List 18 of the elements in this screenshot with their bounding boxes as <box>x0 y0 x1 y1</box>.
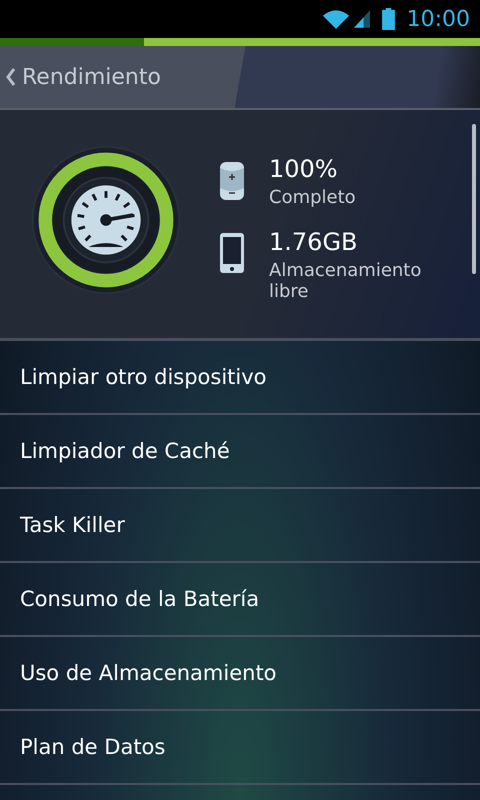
wifi-icon <box>322 8 350 30</box>
menu-item[interactable]: Limpiar otro dispositivo <box>0 341 480 415</box>
stat-value: 100% <box>269 154 339 182</box>
screen-title: Rendimiento <box>22 64 161 90</box>
menu-item[interactable]: Limpiador de Caché <box>0 415 480 489</box>
stat-value: 1.76GB <box>269 228 358 256</box>
menu-item[interactable]: Uso de Almacenamiento <box>0 637 480 711</box>
menu-item[interactable]: Consumo de la Batería <box>0 563 480 637</box>
stat-label: Completo <box>269 186 357 208</box>
phone-icon <box>219 232 245 274</box>
back-button[interactable]: Rendimiento <box>0 60 167 94</box>
menu-item[interactable]: Task Killer <box>0 489 480 563</box>
clock: 10:00 <box>406 6 470 32</box>
back-icon <box>6 68 16 86</box>
battery-icon <box>382 8 395 30</box>
menu-item[interactable]: Plan de Datos <box>0 711 480 785</box>
stat-label: Almacenamiento libre <box>269 260 422 302</box>
signal-icon <box>354 9 370 29</box>
